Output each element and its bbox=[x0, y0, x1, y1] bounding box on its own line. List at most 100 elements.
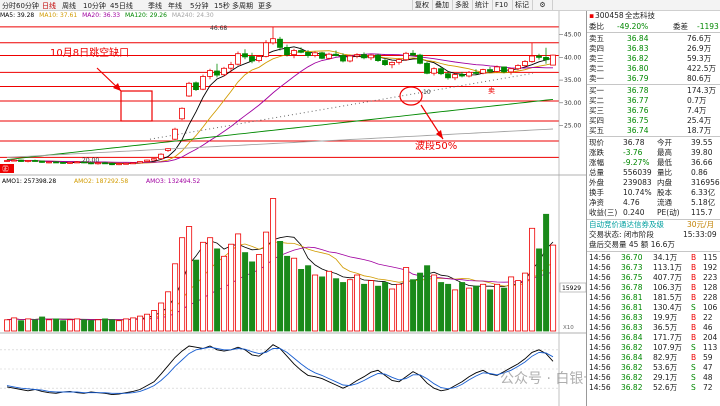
stock-header: ▪ 300458 全志科技 bbox=[587, 11, 720, 22]
biaoji-button[interactable]: 标记 bbox=[512, 0, 531, 11]
low-price-mark: 20.00 bbox=[82, 157, 99, 164]
tab-5[interactable]: 45日线 bbox=[110, 1, 133, 11]
candle-43 bbox=[305, 52, 311, 57]
watermark: 公众号 · 白银十三点 bbox=[500, 371, 586, 387]
candle-35 bbox=[249, 56, 255, 62]
f10-button[interactable]: F10 bbox=[492, 0, 510, 11]
volume-bar-51 bbox=[361, 283, 368, 332]
candle-1 bbox=[11, 159, 17, 162]
kline-chart[interactable]: 45.00 40.00 35.00 30.00 25.00 10月8日跳空缺口 波段50… bbox=[0, 11, 586, 406]
tab-6[interactable]: 季线 bbox=[148, 1, 162, 11]
tongji-button[interactable]: 统计 bbox=[472, 0, 491, 11]
mid-mark: 10 bbox=[423, 89, 431, 96]
candle-18 bbox=[130, 162, 136, 165]
volume-bar-61 bbox=[431, 274, 438, 332]
candle-36 bbox=[256, 56, 262, 61]
candle-25 bbox=[179, 107, 185, 120]
candle-0 bbox=[4, 160, 10, 162]
stat-row-6: 净资 4.76 流通 5.18亿 bbox=[589, 198, 716, 207]
ask-row-0: 卖五 36.84 76.6万 bbox=[589, 34, 712, 43]
tab-1[interactable]: 60分钟 bbox=[16, 1, 39, 11]
volume-bar-24 bbox=[172, 263, 179, 332]
bid-row-2: 买三 36.76 7.4万 bbox=[589, 106, 707, 115]
candle-5 bbox=[39, 160, 45, 163]
volume-bar-58 bbox=[410, 279, 417, 332]
tab-8[interactable]: 5分钟 bbox=[190, 1, 208, 11]
volume-bar-22 bbox=[158, 302, 165, 332]
volume-bar-0 bbox=[4, 319, 11, 332]
oscillator bbox=[0, 344, 559, 396]
volume-bar-5 bbox=[39, 316, 46, 332]
fuquan-button[interactable]: 复权 bbox=[412, 0, 431, 11]
candle-27 bbox=[193, 82, 199, 91]
volume-bars bbox=[4, 198, 557, 332]
candle-74 bbox=[522, 61, 528, 66]
candle-39 bbox=[277, 38, 283, 48]
duogu-button[interactable]: 多股 bbox=[452, 0, 471, 11]
candle-3 bbox=[25, 160, 31, 162]
tab-10[interactable]: 多周期 bbox=[232, 1, 253, 11]
auction-banner[interactable]: 自动竞价通达信券及级 30元/月 bbox=[587, 219, 720, 229]
tab-7[interactable]: 年线 bbox=[168, 1, 182, 11]
tab-0[interactable]: 分时 bbox=[2, 1, 16, 11]
volume-bar-25 bbox=[179, 237, 186, 332]
amo1-legend: AMO1: 257398.28 bbox=[2, 178, 56, 185]
stats-list: 现价 36.78 今开 39.55 涨跌 -3.76 最高 39.80 涨幅 -9.27% 最低 36… bbox=[587, 136, 720, 217]
volume-bar-19 bbox=[137, 315, 144, 332]
candle-19 bbox=[137, 161, 143, 164]
volume-bar-68 bbox=[480, 283, 487, 332]
candle-64 bbox=[452, 74, 458, 79]
tick-row-2: 14:56 36.75 407.7万 B 223 bbox=[589, 273, 718, 282]
volume-bar-72 bbox=[508, 276, 515, 332]
tab-4[interactable]: 10分钟 bbox=[83, 1, 106, 11]
diejia-button[interactable]: 叠加 bbox=[432, 0, 451, 11]
candle-61 bbox=[431, 68, 437, 74]
tab-2[interactable]: 日线 bbox=[42, 1, 56, 11]
volume-bar-29 bbox=[207, 237, 214, 332]
volume-bar-33 bbox=[235, 233, 242, 332]
volume-bar-14 bbox=[102, 318, 109, 332]
wave-label: 波段50% bbox=[415, 139, 457, 152]
candle-10 bbox=[74, 161, 80, 164]
tab-3[interactable]: 周线 bbox=[62, 1, 76, 11]
volume-bar-74 bbox=[522, 272, 529, 332]
volume-bar-28 bbox=[200, 241, 207, 332]
tick-row-7: 14:56 36.83 36.5万 B 46 bbox=[589, 323, 713, 332]
tick-row-9: 14:56 36.82 107.9万 S 113 bbox=[589, 343, 718, 352]
volume-bar-64 bbox=[452, 289, 459, 332]
volume-bar-77 bbox=[543, 213, 550, 332]
amo3-legend: AMO3: 132494.52 bbox=[146, 178, 200, 185]
ask-row-1: 卖四 36.83 26.9万 bbox=[589, 44, 712, 53]
volume-bar-69 bbox=[487, 289, 494, 332]
volume-bar-62 bbox=[438, 282, 445, 332]
volume-bar-35 bbox=[249, 261, 256, 332]
bid-row-0: 买一 36.78 174.3万 bbox=[589, 86, 716, 95]
volume-bar-36 bbox=[256, 254, 263, 332]
candle-44 bbox=[312, 52, 318, 56]
tab-11[interactable]: 更多 bbox=[258, 1, 272, 11]
webi-row: 委比 -49.20% 委差 -1193 bbox=[589, 22, 719, 31]
vol-axis-unit: X10 bbox=[563, 325, 574, 331]
volume-bar-56 bbox=[396, 283, 403, 332]
candle-59 bbox=[417, 54, 423, 64]
volume-bar-3 bbox=[25, 318, 32, 332]
tick-list[interactable]: 14:56 36.70 34.1万 B 115 14:56 36.73 113.1万 B 192 1… bbox=[587, 251, 720, 392]
volume-bar-57 bbox=[403, 267, 410, 332]
volume-bar-2 bbox=[18, 320, 25, 332]
period-toolbar: 分时 60分钟 日线 周线 10分钟 45日线 季线 年线 5分钟 15秒 多周期 更多 复权 叠加 … bbox=[0, 0, 720, 11]
stat-row-0: 现价 36.78 今开 39.55 bbox=[589, 138, 713, 147]
ask-row-4: 卖一 36.79 80.6万 bbox=[589, 74, 712, 83]
ask-row-2: 卖三 36.82 59.3万 bbox=[589, 54, 712, 63]
candle-45 bbox=[319, 52, 325, 59]
tab-9[interactable]: 15秒 bbox=[214, 1, 230, 11]
candle-66 bbox=[466, 72, 472, 77]
volume-bar-67 bbox=[473, 285, 480, 332]
price-tick-2: 35.00 bbox=[564, 77, 581, 84]
candle-37 bbox=[263, 42, 269, 57]
candle-77 bbox=[543, 57, 549, 61]
vol-axis-value: 15929 bbox=[562, 285, 581, 292]
candle-29 bbox=[207, 70, 213, 77]
candle-56 bbox=[396, 59, 402, 63]
volume-bar-17 bbox=[123, 318, 130, 332]
gear-icon[interactable]: ⚙ bbox=[532, 0, 552, 11]
